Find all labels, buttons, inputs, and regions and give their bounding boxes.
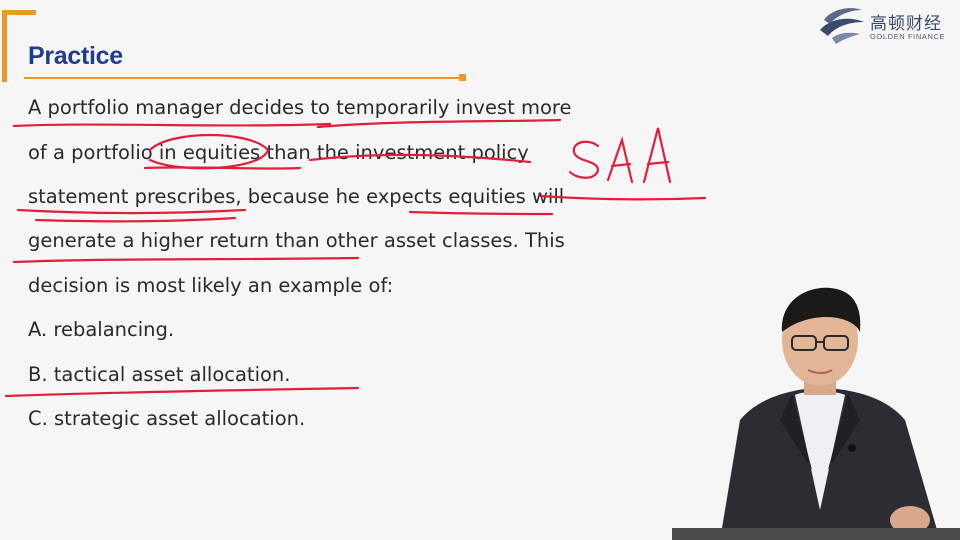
ink-underline-3a <box>16 208 247 215</box>
option-b: B. tactical asset allocation. <box>28 363 291 386</box>
question-line-5: decision is most likely an example of: <box>28 274 394 297</box>
slide: Practice 高顿财经 GOLDEN FINANCE A portfolio… <box>0 0 960 540</box>
ink-underline-2a <box>143 166 302 170</box>
ink-strike-will <box>538 194 707 201</box>
logo-english-text: GOLDEN FINANCE <box>870 32 946 41</box>
logo-chinese-text: 高顿财经 <box>870 14 942 34</box>
ink-underline-4 <box>12 256 360 264</box>
slide-title: Practice <box>28 42 123 70</box>
golden-finance-logo: 高顿财经 GOLDEN FINANCE <box>818 2 958 46</box>
podium-desk <box>672 528 960 540</box>
question-line-2: of a portfolio in equities than the inve… <box>28 141 529 164</box>
presenter-video <box>720 287 940 540</box>
ink-underline-3b <box>34 216 237 223</box>
ink-underline-1b <box>316 118 562 129</box>
title-underline <box>24 77 462 79</box>
ink-underline-1a <box>12 122 332 128</box>
question-line-4: generate a higher return than other asse… <box>28 229 565 252</box>
logo-swoosh-icon <box>820 8 864 44</box>
ink-underline-option-b <box>4 386 360 398</box>
option-a: A. rebalancing. <box>28 318 175 341</box>
question-line-1: A portfolio manager decides to temporari… <box>28 96 572 119</box>
question-line-3: statement prescribes, because he expects… <box>28 185 565 208</box>
title-underline-end <box>459 74 466 81</box>
option-c: C. strategic asset allocation. <box>28 407 306 430</box>
ink-underline-3c <box>408 210 554 216</box>
